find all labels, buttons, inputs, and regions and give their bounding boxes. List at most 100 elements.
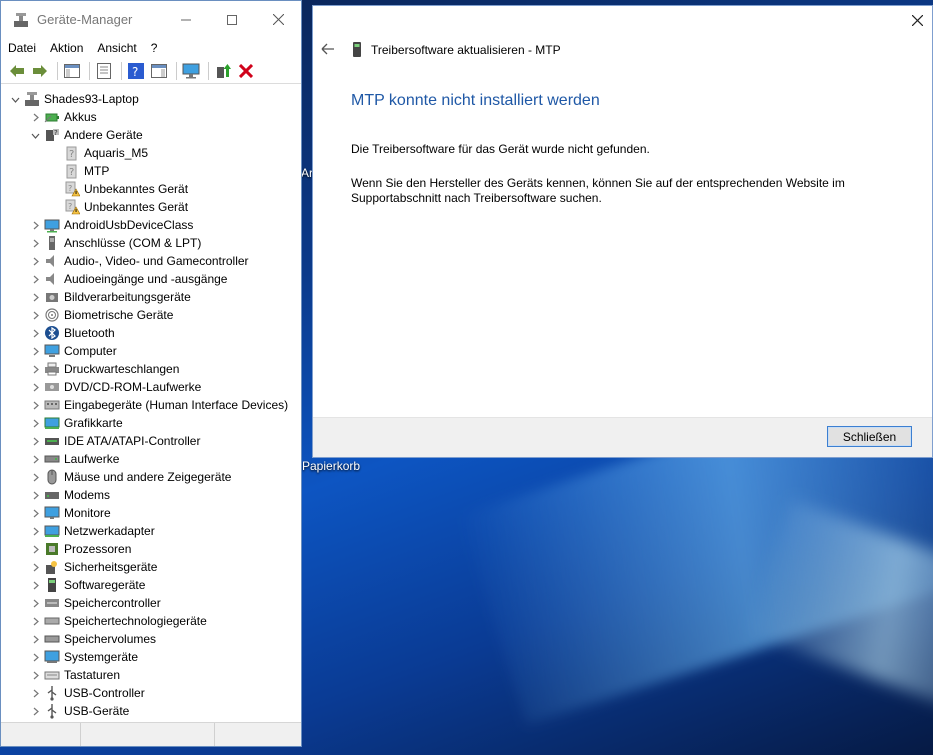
tree-node-label: Speichervolumes bbox=[64, 632, 157, 646]
expand-chevron-icon[interactable] bbox=[29, 345, 41, 357]
expand-chevron-icon[interactable] bbox=[29, 309, 41, 321]
expand-chevron-icon[interactable] bbox=[29, 255, 41, 267]
tree-category-node[interactable]: Anschlüsse (COM & LPT) bbox=[1, 234, 301, 252]
maximize-button[interactable] bbox=[209, 1, 255, 38]
schliessen-button[interactable]: Schließen bbox=[827, 426, 912, 447]
tree-category-node[interactable]: Tastaturen bbox=[1, 666, 301, 684]
tree-category-node[interactable]: Prozessoren bbox=[1, 540, 301, 558]
tree-node-label: Audio-, Video- und Gamecontroller bbox=[64, 254, 249, 268]
tree-category-node[interactable]: Speichertechnologiegeräte bbox=[1, 612, 301, 630]
tree-category-node[interactable]: USB-Geräte bbox=[1, 702, 301, 720]
expand-chevron-icon[interactable] bbox=[29, 507, 41, 519]
menu-ansicht[interactable]: Ansicht bbox=[90, 41, 143, 55]
tree-node-label: Eingabegeräte (Human Interface Devices) bbox=[64, 398, 289, 412]
tree-node-label: Sicherheitsgeräte bbox=[64, 560, 158, 574]
tree-category-node[interactable]: Eingabegeräte (Human Interface Devices) bbox=[1, 396, 301, 414]
close-button[interactable] bbox=[255, 1, 301, 38]
tree-category-node[interactable]: Speichervolumes bbox=[1, 630, 301, 648]
expand-chevron-icon[interactable] bbox=[29, 579, 41, 591]
expand-chevron-icon[interactable] bbox=[29, 381, 41, 393]
forward-button[interactable] bbox=[30, 61, 50, 81]
expand-chevron-icon[interactable] bbox=[29, 219, 41, 231]
help-button[interactable]: ? bbox=[126, 61, 146, 81]
tree-category-node[interactable]: Mäuse und andere Zeigegeräte bbox=[1, 468, 301, 486]
tree-device-node[interactable]: ? Aquaris_M5 bbox=[1, 144, 301, 162]
scan-hardware-button[interactable] bbox=[181, 61, 201, 81]
tree-category-node[interactable]: Audio-, Video- und Gamecontroller bbox=[1, 252, 301, 270]
expand-chevron-icon[interactable] bbox=[29, 399, 41, 411]
tree-category-node[interactable]: DVD/CD-ROM-Laufwerke bbox=[1, 378, 301, 396]
desktop-recycle-bin-label[interactable]: Papierkorb bbox=[302, 459, 360, 473]
tree-category-node[interactable]: Systemgeräte bbox=[1, 648, 301, 666]
expand-chevron-icon[interactable] bbox=[29, 615, 41, 627]
expand-chevron-icon[interactable] bbox=[29, 273, 41, 285]
status-pane bbox=[1, 723, 81, 746]
expand-chevron-icon[interactable] bbox=[29, 363, 41, 375]
tree-device-node[interactable]: ? Unbekanntes Gerät bbox=[1, 180, 301, 198]
tree-category-node[interactable]: Audioeingänge und -ausgänge bbox=[1, 270, 301, 288]
other-devices-icon: ? bbox=[44, 127, 60, 143]
dialog-close-button[interactable] bbox=[902, 6, 932, 34]
menu-help[interactable]: ? bbox=[144, 41, 165, 55]
uninstall-device-button[interactable] bbox=[236, 61, 256, 81]
dialog-header-title: Treibersoftware aktualisieren - MTP bbox=[371, 43, 561, 57]
back-button[interactable] bbox=[7, 61, 27, 81]
tree-category-node[interactable]: Modems bbox=[1, 486, 301, 504]
modem-icon bbox=[44, 487, 60, 503]
expand-chevron-icon[interactable] bbox=[29, 417, 41, 429]
tree-category-node[interactable]: Biometrische Geräte bbox=[1, 306, 301, 324]
show-hide-console-tree-button[interactable] bbox=[62, 61, 82, 81]
tree-category-node[interactable]: AndroidUsbDeviceClass bbox=[1, 216, 301, 234]
expand-chevron-icon[interactable] bbox=[29, 489, 41, 501]
expand-chevron-icon[interactable] bbox=[29, 471, 41, 483]
tree-category-node[interactable]: Netzwerkadapter bbox=[1, 522, 301, 540]
expand-chevron-icon[interactable] bbox=[29, 237, 41, 249]
tree-device-node[interactable]: ? Unbekanntes Gerät bbox=[1, 198, 301, 216]
tree-category-node[interactable]: Computer bbox=[1, 342, 301, 360]
tree-category-node[interactable]: Bildverarbeitungsgeräte bbox=[1, 288, 301, 306]
expand-chevron-icon[interactable] bbox=[29, 561, 41, 573]
tree-category-node[interactable]: Akkus bbox=[1, 108, 301, 126]
expand-chevron-icon[interactable] bbox=[29, 111, 41, 123]
tree-category-node[interactable]: Sicherheitsgeräte bbox=[1, 558, 301, 576]
expand-chevron-icon[interactable] bbox=[29, 687, 41, 699]
expand-chevron-icon[interactable] bbox=[29, 651, 41, 663]
tree-node-label: Aquaris_M5 bbox=[84, 146, 149, 160]
tree-root-node[interactable]: Shades93-Laptop bbox=[1, 90, 301, 108]
tree-category-node[interactable]: USB-Controller bbox=[1, 684, 301, 702]
expand-chevron-icon[interactable] bbox=[29, 597, 41, 609]
tree-category-node[interactable]: Speichercontroller bbox=[1, 594, 301, 612]
tree-device-node[interactable]: ? MTP bbox=[1, 162, 301, 180]
menu-aktion[interactable]: Aktion bbox=[43, 41, 90, 55]
tree-category-node[interactable]: Druckwarteschlangen bbox=[1, 360, 301, 378]
expand-chevron-icon[interactable] bbox=[29, 633, 41, 645]
expand-chevron-icon[interactable] bbox=[29, 453, 41, 465]
unknown-device-icon: ? bbox=[64, 163, 80, 179]
title-bar[interactable]: Geräte-Manager bbox=[1, 1, 301, 38]
properties-button[interactable] bbox=[94, 61, 114, 81]
tree-category-node[interactable]: Laufwerke bbox=[1, 450, 301, 468]
action-pane-button[interactable] bbox=[149, 61, 169, 81]
software-device-icon bbox=[44, 577, 60, 593]
tree-category-node[interactable]: Bluetooth bbox=[1, 324, 301, 342]
tree-category-node[interactable]: Monitore bbox=[1, 504, 301, 522]
tree-category-node[interactable]: IDE ATA/ATAPI-Controller bbox=[1, 432, 301, 450]
expand-chevron-icon[interactable] bbox=[29, 705, 41, 717]
tree-category-node[interactable]: ? Andere Geräte bbox=[1, 126, 301, 144]
collapse-chevron-icon[interactable] bbox=[9, 93, 21, 105]
tree-category-node[interactable]: Grafikkarte bbox=[1, 414, 301, 432]
collapse-chevron-icon[interactable] bbox=[29, 129, 41, 141]
expand-chevron-icon[interactable] bbox=[29, 525, 41, 537]
tree-category-node[interactable]: Softwaregeräte bbox=[1, 576, 301, 594]
minimize-button[interactable] bbox=[163, 1, 209, 38]
expand-chevron-icon[interactable] bbox=[29, 669, 41, 681]
dialog-back-button[interactable] bbox=[321, 42, 345, 58]
expand-chevron-icon[interactable] bbox=[29, 291, 41, 303]
expand-chevron-icon[interactable] bbox=[29, 543, 41, 555]
speaker-icon bbox=[44, 271, 60, 287]
expand-chevron-icon[interactable] bbox=[29, 327, 41, 339]
menu-datei[interactable]: Datei bbox=[1, 41, 43, 55]
tree-node-label: Bluetooth bbox=[64, 326, 115, 340]
update-driver-button[interactable] bbox=[213, 61, 233, 81]
expand-chevron-icon[interactable] bbox=[29, 435, 41, 447]
